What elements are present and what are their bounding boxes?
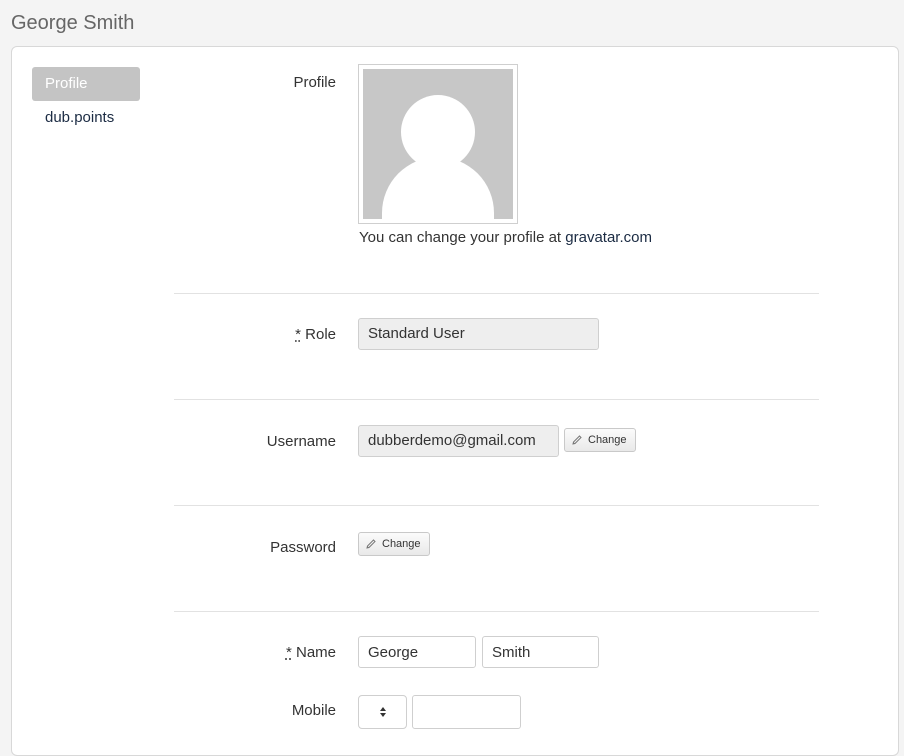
nav-item-dub-points[interactable]: dub.points bbox=[32, 101, 140, 135]
pencil-icon bbox=[366, 539, 376, 549]
required-mark: * bbox=[295, 326, 301, 343]
role-label: * Role bbox=[186, 326, 336, 343]
profile-label: Profile bbox=[293, 74, 336, 91]
role-label-text: Role bbox=[305, 326, 336, 343]
gravatar-note: You can change your profile at gravatar.… bbox=[359, 229, 652, 246]
name-label-text: Name bbox=[295, 644, 336, 661]
last-name-input[interactable] bbox=[482, 636, 599, 668]
change-password-label: Change bbox=[382, 538, 421, 550]
first-name-input[interactable] bbox=[358, 636, 476, 668]
divider bbox=[174, 611, 819, 612]
page-title: George Smith bbox=[11, 12, 135, 34]
gravatar-note-text: You can change your profile at bbox=[359, 229, 566, 246]
gravatar-link[interactable]: gravatar.com bbox=[565, 229, 652, 246]
change-username-button[interactable]: Change bbox=[564, 428, 636, 452]
mobile-label: Mobile bbox=[291, 702, 336, 719]
avatar bbox=[358, 64, 518, 224]
nav-item-profile[interactable]: Profile bbox=[32, 67, 140, 101]
username-field: dubberdemo@gmail.com bbox=[358, 425, 559, 457]
divider bbox=[174, 505, 819, 506]
mobile-number-input[interactable] bbox=[412, 695, 521, 729]
mobile-country-select[interactable] bbox=[358, 695, 407, 729]
side-nav: Profile dub.points bbox=[32, 67, 140, 135]
divider bbox=[174, 399, 819, 400]
up-down-caret-icon bbox=[379, 707, 386, 717]
profile-panel: Profile dub.points Profile You can chang… bbox=[11, 46, 899, 756]
pencil-icon bbox=[572, 435, 582, 445]
role-field: Standard User bbox=[358, 318, 599, 350]
divider bbox=[174, 293, 819, 294]
change-username-label: Change bbox=[588, 434, 627, 446]
password-label: Password bbox=[270, 539, 336, 556]
required-mark: * bbox=[285, 644, 292, 661]
avatar-placeholder-icon bbox=[363, 69, 513, 219]
username-label: Username bbox=[266, 433, 336, 450]
change-password-button[interactable]: Change bbox=[358, 532, 430, 556]
name-label: * Name bbox=[186, 644, 336, 661]
